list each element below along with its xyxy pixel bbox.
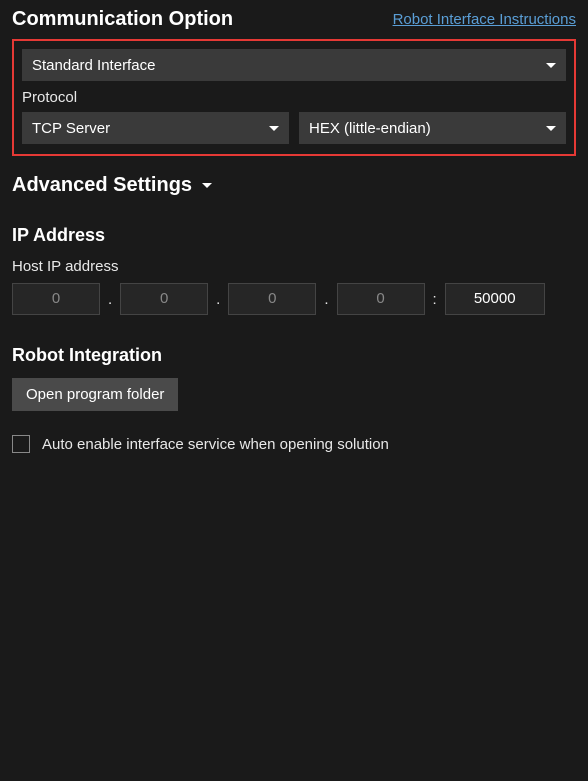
ip-octet-3[interactable]: 0	[228, 283, 316, 315]
ip-dot-3: .	[320, 291, 332, 308]
robot-interface-instructions-link[interactable]: Robot Interface Instructions	[393, 11, 576, 28]
robot-integration-section: Robot Integration Open program folder Au…	[12, 345, 576, 453]
page-title: Communication Option	[12, 8, 233, 31]
ip-address-section: IP Address Host IP address 0 . 0 . 0 . 0…	[12, 225, 576, 315]
protocol-row: TCP Server HEX (little-endian)	[22, 112, 566, 144]
robot-integration-heading: Robot Integration	[12, 345, 576, 366]
ip-colon: :	[429, 291, 441, 308]
auto-enable-label: Auto enable interface service when openi…	[42, 436, 389, 453]
protocol-select[interactable]: TCP Server	[22, 112, 289, 144]
open-program-folder-button[interactable]: Open program folder	[12, 378, 178, 411]
communication-option-group: Standard Interface Protocol TCP Server H…	[12, 39, 576, 156]
host-ip-label: Host IP address	[12, 258, 576, 275]
chevron-down-icon	[269, 126, 279, 131]
header-row: Communication Option Robot Interface Ins…	[12, 8, 576, 31]
chevron-down-icon	[546, 126, 556, 131]
auto-enable-checkbox[interactable]	[12, 435, 30, 453]
auto-enable-checkbox-row[interactable]: Auto enable interface service when openi…	[12, 435, 576, 453]
ip-address-heading: IP Address	[12, 225, 576, 246]
ip-octet-4[interactable]: 0	[337, 283, 425, 315]
ip-octet-2[interactable]: 0	[120, 283, 208, 315]
protocol-select-value: TCP Server	[32, 120, 110, 137]
advanced-settings-toggle[interactable]: Advanced Settings	[12, 174, 576, 197]
ip-dot-2: .	[212, 291, 224, 308]
encoding-select[interactable]: HEX (little-endian)	[299, 112, 566, 144]
ip-dot-1: .	[104, 291, 116, 308]
chevron-down-icon	[546, 63, 556, 68]
chevron-down-icon	[202, 183, 212, 188]
interface-select[interactable]: Standard Interface	[22, 49, 566, 81]
protocol-label: Protocol	[22, 89, 566, 106]
ip-octet-1[interactable]: 0	[12, 283, 100, 315]
advanced-settings-title: Advanced Settings	[12, 174, 192, 197]
encoding-select-value: HEX (little-endian)	[309, 120, 431, 137]
interface-select-value: Standard Interface	[32, 57, 155, 74]
port-input[interactable]: 50000	[445, 283, 545, 315]
ip-input-row: 0 . 0 . 0 . 0 : 50000	[12, 283, 576, 315]
